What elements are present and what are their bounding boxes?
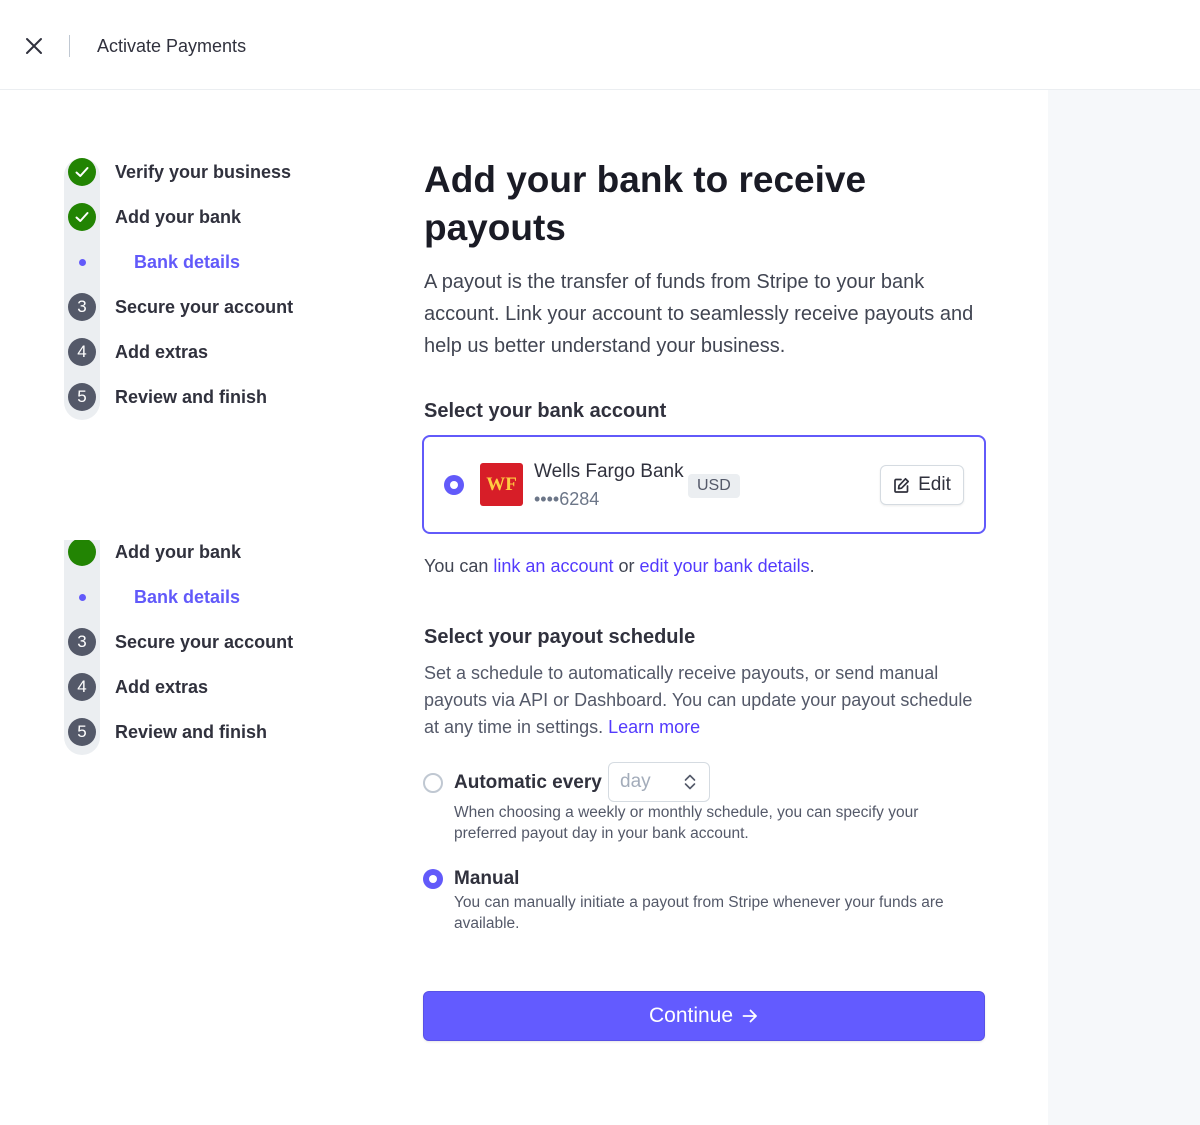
step-review-finish[interactable]: 5 Review and finish — [64, 710, 364, 755]
bank-name: Wells Fargo Bank — [534, 461, 684, 482]
link-account-link[interactable]: link an account — [493, 556, 613, 576]
payout-description: Set a schedule to automatically receive … — [424, 660, 984, 741]
step-label: Add your bank — [115, 207, 242, 227]
page-title: Add your bank to receive payouts — [424, 159, 867, 248]
continue-button[interactable]: Continue — [423, 991, 985, 1041]
chevron-up-down-icon — [684, 774, 696, 790]
main-content: Add your bank to receive payouts A payou… — [422, 156, 986, 1041]
step-add-extras[interactable]: 4 Add extras — [64, 665, 364, 710]
bank-section-title: Select your bank account — [424, 400, 667, 422]
bank-account-radio[interactable] — [444, 475, 464, 495]
step-number-badge: 5 — [68, 718, 96, 746]
edit-bank-button[interactable]: Edit — [880, 465, 964, 505]
close-icon — [26, 38, 42, 54]
step-number-badge: 3 — [68, 628, 96, 656]
wells-fargo-logo: WF — [480, 463, 523, 506]
step-label: Add extras — [115, 677, 209, 697]
check-icon — [68, 203, 96, 231]
step-number-badge: 4 — [68, 673, 96, 701]
edit-bank-details-link[interactable]: edit your bank details — [640, 556, 810, 576]
link-line-suffix: . — [809, 556, 815, 576]
top-bar: Activate Payments — [0, 0, 1200, 90]
step-secure-account[interactable]: 3 Secure your account — [64, 285, 364, 330]
bank-account-card[interactable]: WF Wells Fargo Bank ••••6284 USD Edit — [422, 435, 986, 534]
header-divider — [69, 35, 70, 57]
step-number-badge: 4 — [68, 338, 96, 366]
step-label: Add your bank — [115, 542, 242, 562]
learn-more-link[interactable]: Learn more — [608, 717, 700, 737]
step-add-bank[interactable]: Add your bank — [64, 540, 364, 575]
step-label: Verify your business — [115, 162, 292, 182]
intro-text: A payout is the transfer of funds from S… — [424, 271, 974, 357]
manual-payout-help: You can manually initiate a payout from … — [454, 894, 944, 932]
payout-interval-select[interactable]: day — [608, 762, 710, 802]
bank-account-number: ••••6284 — [534, 489, 600, 509]
current-dot-icon — [68, 248, 96, 276]
automatic-payout-help: When choosing a weekly or monthly schedu… — [454, 804, 919, 842]
page-header-title: Activate Payments — [97, 36, 247, 56]
link-line-prefix: You can — [424, 556, 494, 576]
step-label: Secure your account — [115, 632, 294, 652]
edit-icon — [894, 477, 910, 493]
right-side-panel — [1048, 90, 1200, 1125]
step-verify-business[interactable]: Verify your business — [64, 150, 364, 195]
edit-button-label: Edit — [918, 474, 951, 495]
step-review-finish[interactable]: 5 Review and finish — [64, 375, 364, 420]
close-button[interactable] — [22, 34, 46, 58]
arrow-right-icon — [742, 1009, 757, 1023]
link-line-middle: or — [613, 556, 640, 576]
current-dot-icon — [68, 583, 96, 611]
step-number-badge: 3 — [68, 293, 96, 321]
step-label: Add extras — [115, 342, 209, 362]
step-bank-details[interactable]: Bank details — [64, 575, 364, 620]
step-label: Secure your account — [115, 297, 294, 317]
continue-button-label: Continue — [648, 1004, 734, 1027]
automatic-payout-label[interactable]: Automatic every — [454, 772, 602, 794]
step-number-badge: 5 — [68, 383, 96, 411]
step-secure-account[interactable]: 3 Secure your account — [64, 620, 364, 665]
step-bank-details[interactable]: Bank details — [64, 240, 364, 285]
manual-payout-label[interactable]: Manual — [454, 868, 519, 890]
check-icon — [68, 158, 96, 186]
step-label: Review and finish — [115, 387, 268, 407]
step-label: Bank details — [134, 252, 241, 272]
manual-payout-radio[interactable] — [423, 869, 443, 889]
check-icon — [68, 540, 96, 566]
currency-badge: USD — [688, 474, 740, 498]
bank-link-line: You can link an account or edit your ban… — [424, 556, 815, 577]
onboarding-stepper: Verify your business Add your bank Bank … — [64, 150, 364, 420]
step-label: Review and finish — [115, 722, 268, 742]
payout-section-title: Select your payout schedule — [424, 626, 696, 648]
step-add-bank[interactable]: Add your bank — [64, 195, 364, 240]
automatic-payout-radio[interactable] — [423, 773, 443, 793]
onboarding-stepper-sticky: Verify your business Add your bank Bank … — [64, 540, 364, 770]
step-add-extras[interactable]: 4 Add extras — [64, 330, 364, 375]
step-label: Bank details — [134, 587, 241, 607]
payout-interval-value: day — [620, 771, 651, 792]
